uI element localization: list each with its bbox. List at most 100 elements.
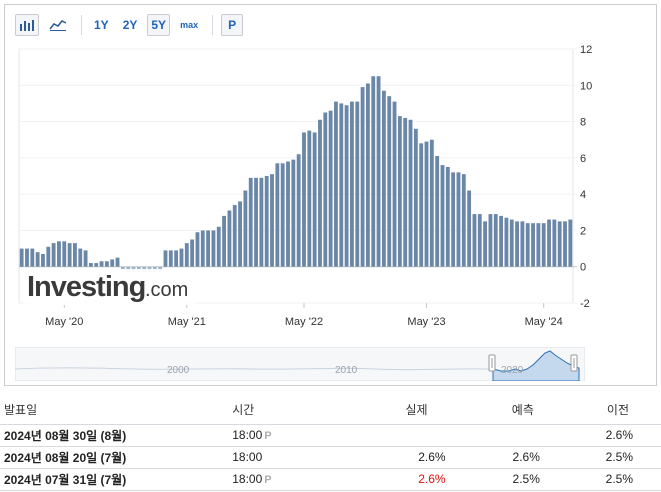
chart-bar bbox=[78, 248, 83, 267]
p-button[interactable]: P bbox=[221, 14, 244, 36]
col-header-forecast: 예측 bbox=[473, 396, 568, 425]
chart-bar bbox=[451, 172, 456, 267]
line-chart-icon[interactable] bbox=[45, 14, 71, 36]
chart-bar bbox=[99, 261, 104, 267]
col-header-previous: 이전 bbox=[567, 396, 661, 425]
chart-bar bbox=[536, 223, 541, 267]
chart-bar bbox=[483, 221, 488, 267]
chart-bar bbox=[339, 103, 344, 267]
y-tick-label: 10 bbox=[580, 80, 592, 92]
chart-bar bbox=[264, 176, 269, 267]
chart-bar bbox=[104, 261, 109, 267]
watermark-brand: Investing bbox=[27, 271, 145, 303]
chart-bar bbox=[403, 117, 408, 267]
chart-bar bbox=[387, 96, 392, 267]
chart-bar bbox=[419, 143, 424, 267]
chart-bar bbox=[365, 83, 370, 267]
preliminary-icon: P bbox=[264, 430, 272, 442]
chart-toolbar: 1Y 2Y 5Y max P bbox=[15, 12, 249, 38]
chart-bar bbox=[371, 76, 376, 267]
chart-bar bbox=[227, 210, 232, 267]
chart-bar bbox=[248, 177, 253, 267]
chart-bar bbox=[83, 250, 88, 267]
chart-bar bbox=[62, 241, 67, 267]
chart-bar bbox=[472, 214, 477, 267]
actual-value: 2.6% bbox=[359, 446, 474, 469]
chart-bar bbox=[360, 87, 365, 267]
chart-bar bbox=[547, 219, 551, 267]
chart-bar bbox=[413, 128, 418, 267]
y-tick-label: 6 bbox=[580, 153, 586, 165]
chart-bar bbox=[88, 263, 93, 267]
table-row: 2024년 07월 31일 (7월) 18:00 P 2.6% 2.5% 2.5% bbox=[0, 468, 661, 491]
x-tick-label: May '22 bbox=[285, 316, 323, 328]
table-row: 2024년 08월 30일 (8월) 18:00 P 2.6% bbox=[0, 424, 661, 447]
chart-bar bbox=[435, 156, 440, 267]
chart-bar bbox=[35, 252, 40, 267]
chart-bar bbox=[168, 250, 173, 267]
chart-bar bbox=[296, 154, 301, 267]
x-tick-label: May '21 bbox=[168, 316, 206, 328]
chart-bar bbox=[467, 190, 472, 267]
chart-bar bbox=[350, 101, 354, 267]
chart-bar bbox=[392, 101, 397, 267]
chart-bar bbox=[499, 215, 504, 267]
x-tick-label: May '20 bbox=[45, 316, 83, 328]
range-max-button[interactable]: max bbox=[176, 14, 202, 36]
chart-bar bbox=[200, 230, 205, 267]
chart-bar bbox=[344, 105, 349, 267]
x-tick-label: May '23 bbox=[407, 316, 445, 328]
bar-chart-icon[interactable] bbox=[15, 14, 39, 36]
forecast-value: 2.6% bbox=[473, 446, 568, 469]
chart-bar bbox=[30, 248, 35, 267]
chart-bar bbox=[302, 132, 306, 267]
chart-bar bbox=[286, 161, 290, 267]
chart-bar bbox=[41, 254, 45, 267]
range-navigator[interactable]: 2000 2010 2020 bbox=[14, 346, 586, 382]
chart-bar bbox=[174, 250, 179, 267]
actual-value bbox=[359, 424, 474, 447]
chart-bar bbox=[110, 259, 115, 267]
chart-bar bbox=[307, 130, 312, 267]
release-time: 18:00 P bbox=[212, 468, 360, 491]
chart-bar bbox=[232, 205, 237, 267]
chart-bar bbox=[190, 239, 195, 267]
chart-bar bbox=[25, 248, 29, 267]
chart-bar bbox=[179, 248, 184, 267]
release-history-table-wrap: 발표일 시간 실제 예측 이전 2024년 08월 30일 (8월) 18:00… bbox=[0, 396, 661, 491]
chart-bar bbox=[19, 248, 24, 267]
chart-bar bbox=[429, 139, 434, 267]
chart-bar bbox=[445, 166, 450, 267]
range-1y-button[interactable]: 1Y bbox=[90, 14, 113, 36]
chart-bar bbox=[57, 241, 61, 267]
range-2y-button[interactable]: 2Y bbox=[119, 14, 142, 36]
chart-bar bbox=[243, 190, 248, 267]
chart-bar bbox=[355, 101, 360, 267]
previous-value: 2.5% bbox=[567, 446, 661, 469]
bar-chart-plot: -2 0 2 4 6 8 10 12 May '20 May '21 May '22 May '23… bbox=[18, 45, 592, 328]
y-tick-label: 12 bbox=[580, 45, 592, 56]
y-tick-label: -2 bbox=[580, 298, 590, 310]
release-history-table: 발표일 시간 실제 예측 이전 2024년 08월 30일 (8월) 18:00… bbox=[0, 396, 661, 491]
range-5y-button[interactable]: 5Y bbox=[147, 14, 171, 36]
chart-bar bbox=[381, 90, 386, 267]
previous-value: 2.6% bbox=[567, 424, 661, 447]
chart-bar bbox=[488, 214, 493, 267]
chart-bar bbox=[163, 250, 168, 267]
chart-bar bbox=[280, 163, 285, 267]
table-row: 2024년 08월 20일 (7월) 18:00 2.6% 2.6% 2.5% bbox=[0, 446, 661, 469]
col-header-date: 발표일 bbox=[0, 396, 213, 425]
chart-bar bbox=[206, 230, 211, 267]
forecast-value bbox=[473, 424, 568, 447]
chart-bar bbox=[216, 226, 221, 267]
chart-bar bbox=[46, 246, 51, 267]
release-time: 18:00 bbox=[212, 446, 360, 469]
chart-bar bbox=[115, 257, 120, 267]
chart-bar bbox=[211, 230, 216, 267]
chart-bar bbox=[557, 221, 562, 267]
chart-bar bbox=[73, 243, 77, 267]
chart-bar bbox=[222, 215, 227, 267]
release-date: 2024년 07월 31일 (7월) bbox=[0, 468, 213, 491]
chart-bar bbox=[184, 243, 189, 267]
chart-bar bbox=[270, 174, 274, 267]
